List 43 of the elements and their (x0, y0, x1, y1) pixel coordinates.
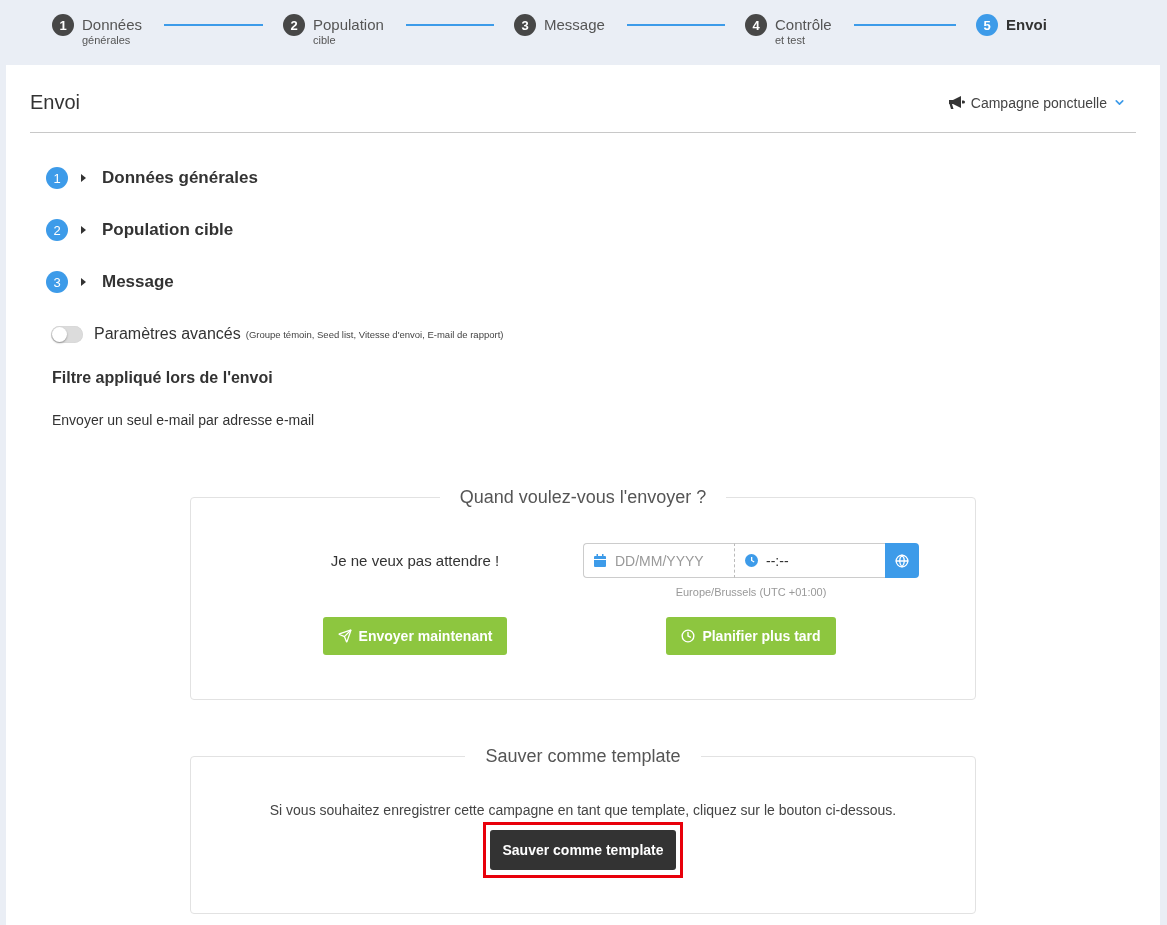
step-label[interactable]: Données (82, 14, 143, 36)
panel-legend: Sauver comme template (465, 744, 701, 768)
timezone-label: Europe/Brussels (UTC +01:00) (675, 585, 827, 599)
page-title: Envoi (30, 91, 81, 114)
clock-icon (681, 629, 696, 643)
campaign-type-dropdown[interactable]: Campagne ponctuelle (948, 90, 1126, 115)
section-number: 2 (46, 219, 68, 241)
step-number[interactable]: 1 (52, 14, 74, 36)
toggle-switch[interactable] (51, 325, 83, 343)
step-label[interactable]: Contrôle (775, 14, 832, 36)
immediate-label: Je ne veux pas attendre ! (330, 552, 500, 569)
toggle-label: Paramètres avancés (94, 325, 241, 343)
step-sublabel: cible (313, 34, 337, 47)
step-number[interactable]: 4 (745, 14, 767, 36)
step-sublabel: générales (82, 34, 132, 47)
caret-right-icon[interactable] (81, 174, 86, 182)
template-description: Si vous souhaitez enregistrer cette campagne en tant que template, cliquez sur le bouton ci-dessous. (269, 801, 897, 820)
section-title[interactable]: Population cible (102, 220, 234, 240)
paper-plane-icon (337, 629, 352, 643)
step-number[interactable]: 3 (514, 14, 536, 36)
section-number: 1 (46, 167, 68, 189)
timezone-button[interactable] (885, 543, 919, 578)
section-title[interactable]: Données générales (102, 168, 258, 188)
clock-icon (745, 554, 758, 567)
step-label[interactable]: Population (313, 14, 384, 36)
step-number[interactable]: 2 (283, 14, 305, 36)
megaphone-icon (948, 95, 965, 110)
section-title[interactable]: Message (102, 272, 174, 292)
caret-right-icon[interactable] (81, 278, 86, 286)
step-label[interactable]: Envoi (1006, 14, 1047, 36)
step-label[interactable]: Message (544, 14, 605, 36)
save-template-button[interactable]: Sauver comme template (490, 830, 676, 870)
calendar-icon (594, 554, 606, 567)
step-sublabel: et test (775, 34, 806, 47)
filter-description: Envoyer un seul e-mail par adresse e-mail (52, 411, 315, 430)
section-heading: Filtre appliqué lors de l'envoi (52, 368, 273, 388)
time-field[interactable]: --:-- (734, 543, 885, 578)
date-field[interactable]: DD/MM/YYYY (583, 543, 734, 578)
section-number: 3 (46, 271, 68, 293)
panel-legend: Quand voulez-vous l'envoyer ? (439, 485, 727, 509)
caret-right-icon[interactable] (81, 226, 86, 234)
hint-text: (Groupe témoin, Seed list, Vitesse d'envoi, E-mail de rapport) (245, 328, 504, 340)
globe-icon (895, 553, 909, 568)
